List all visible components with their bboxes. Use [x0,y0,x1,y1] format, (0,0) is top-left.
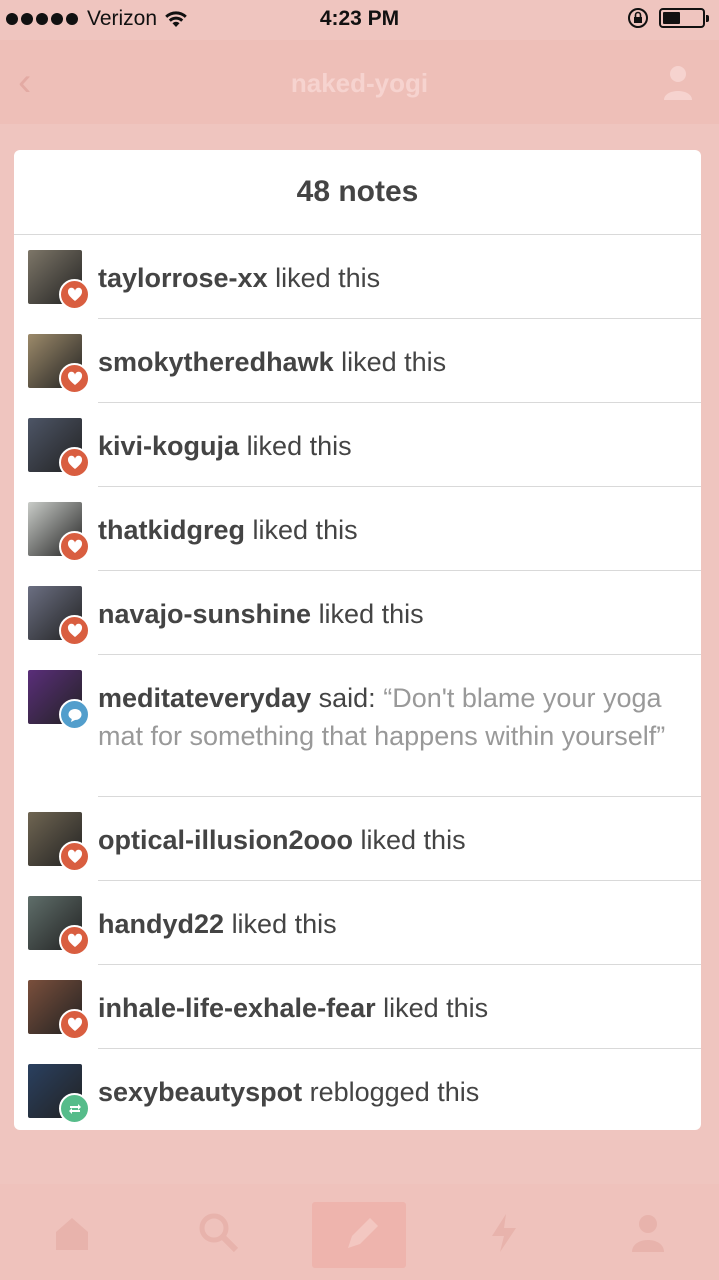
note-text: meditateveryday said: “Don't blame your … [98,679,687,755]
heart-icon [67,539,82,553]
activity-icon [492,1214,516,1252]
user-icon [664,66,692,100]
note-username[interactable]: smokytheredhawk [98,347,334,377]
note-row[interactable]: sexybeautyspot reblogged this [14,1049,701,1130]
background-nav-bar: ‹ naked-yogi [0,40,719,124]
note-username[interactable]: taylorrose-xx [98,263,268,293]
note-row[interactable]: taylorrose-xx liked this [14,235,701,319]
avatar-container[interactable] [28,502,90,564]
battery-level [663,12,681,24]
note-text: thatkidgreg liked this [98,511,687,549]
note-row[interactable]: kivi-koguja liked this [14,403,701,487]
note-action: liked this [231,909,337,939]
heart-icon [67,933,82,947]
notes-count-title: 48 notes [14,150,701,235]
reblog-icon [68,1103,81,1114]
heart-icon [67,287,82,301]
pencil-icon [348,1218,378,1248]
note-text: navajo-sunshine liked this [98,595,687,633]
note-action: liked this [383,993,489,1023]
note-username[interactable]: navajo-sunshine [98,599,311,629]
notes-panel: 48 notes taylorrose-xx liked this smokyth… [14,150,701,1130]
note-username[interactable]: handyd22 [98,909,224,939]
compose-button [312,1202,406,1268]
avatar-container[interactable] [28,896,90,958]
heart-icon [67,1017,82,1031]
note-action: said: [318,683,376,713]
rotation-lock-icon [628,8,648,28]
note-action: liked this [318,599,424,629]
note-text: smokytheredhawk liked this [98,343,687,381]
heart-icon [67,623,82,637]
note-text: sexybeautyspot reblogged this [98,1073,687,1111]
note-action: liked this [275,263,381,293]
avatar-container[interactable] [28,250,90,312]
like-badge [59,925,90,956]
avatar-container[interactable] [28,586,90,648]
clock: 4:23 PM [319,7,400,30]
avatar-container[interactable] [28,418,90,480]
home-icon [56,1218,88,1250]
note-row[interactable]: handyd22 liked this [14,881,701,965]
like-badge [59,531,90,562]
heart-icon [67,849,82,863]
like-badge [59,447,90,478]
like-badge [59,1009,90,1040]
note-text: optical-illusion2ooo liked this [98,821,687,859]
note-action: liked this [252,515,358,545]
note-row[interactable]: smokytheredhawk liked this [14,319,701,403]
note-username[interactable]: inhale-life-exhale-fear [98,993,376,1023]
note-text: handyd22 liked this [98,905,687,943]
avatar-container[interactable] [28,980,90,1042]
notes-list: taylorrose-xx liked this smokytheredhawk … [14,235,701,1130]
note-action: liked this [341,347,447,377]
note-row[interactable]: optical-illusion2ooo liked this [14,797,701,881]
like-badge [59,841,90,872]
note-row[interactable]: thatkidgreg liked this [14,487,701,571]
avatar-container[interactable] [28,1064,90,1126]
note-username[interactable]: thatkidgreg [98,515,245,545]
note-row[interactable]: navajo-sunshine liked this [14,571,701,655]
note-username[interactable]: meditateveryday [98,683,311,713]
heart-icon [67,455,82,469]
comment-badge [59,699,90,730]
note-username[interactable]: kivi-koguja [98,431,239,461]
note-text: inhale-life-exhale-fear liked this [98,989,687,1027]
status-bar: Verizon 4:23 PM [0,0,719,40]
note-row[interactable]: inhale-life-exhale-fear liked this [14,965,701,1049]
note-username[interactable]: sexybeautyspot [98,1077,302,1107]
note-action: liked this [360,825,466,855]
reblog-badge [59,1093,90,1124]
background-tab-bar [0,1184,719,1280]
note-text: kivi-koguja liked this [98,427,687,465]
avatar-container[interactable] [28,334,90,396]
background-blog-title: naked-yogi [290,68,429,98]
like-badge [59,279,90,310]
note-action: reblogged this [309,1077,480,1107]
avatar-container[interactable] [28,670,90,732]
note-action: liked this [246,431,352,461]
account-icon [632,1215,664,1252]
note-text: taylorrose-xx liked this [98,259,687,297]
battery-icon [659,8,709,28]
search-icon [199,1213,239,1253]
note-username[interactable]: optical-illusion2ooo [98,825,353,855]
heart-icon [67,371,82,385]
like-badge [59,363,90,394]
like-badge [59,615,90,646]
note-row[interactable]: meditateveryday said: “Don't blame your … [14,655,701,797]
speech-bubble-icon [68,708,81,722]
avatar-container[interactable] [28,812,90,874]
